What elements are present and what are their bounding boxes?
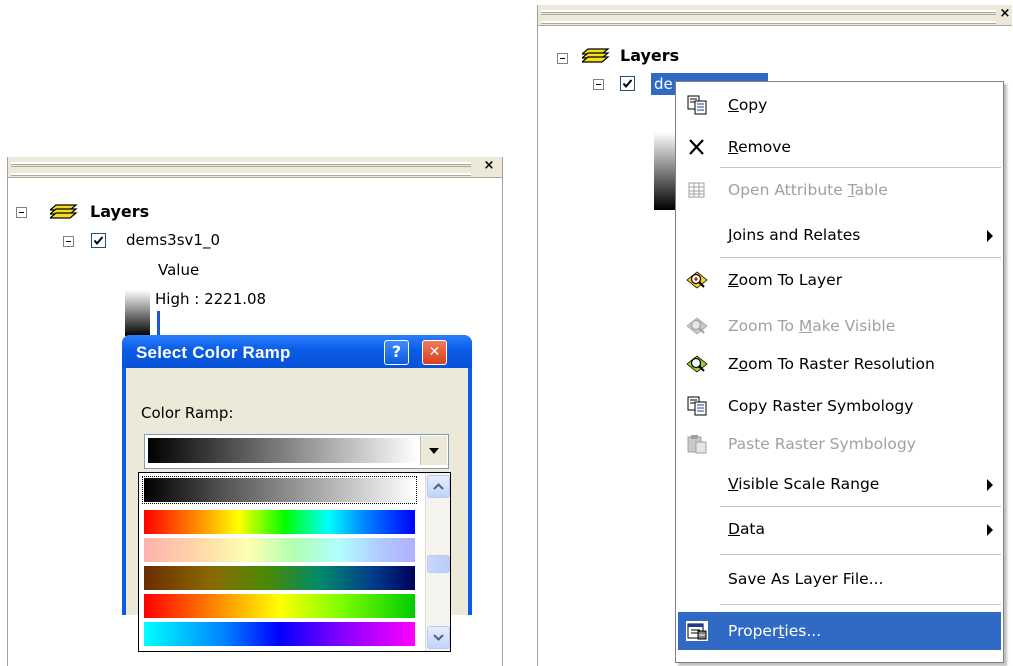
menu-item-label: Remove <box>728 138 791 156</box>
chevron-up-icon <box>433 483 444 490</box>
layer-name[interactable]: dems3sv1_0 <box>126 231 220 249</box>
collapse-icon[interactable] <box>557 53 568 64</box>
menu-item-label: Copy <box>728 96 768 114</box>
ramp-option-brown-blue[interactable] <box>144 566 415 590</box>
table-icon <box>688 182 705 198</box>
dialog-title: Select Color Ramp <box>136 343 291 362</box>
layer-visibility-checkbox[interactable] <box>91 233 106 248</box>
menu-separator <box>720 257 1001 258</box>
menu-item-open-attribute-table[interactable]: Open Attribute Table <box>678 171 1001 209</box>
ramp-option-spectrum[interactable] <box>144 510 415 534</box>
color-ramp-list[interactable] <box>138 472 451 652</box>
submenu-arrow-icon <box>987 524 993 536</box>
menu-item-label: Visible Scale Range <box>728 475 880 493</box>
copy-icon <box>687 95 707 115</box>
layer-name-text: de <box>654 75 673 93</box>
ramp-option-black-white[interactable] <box>142 476 417 504</box>
menu-item-zoom-to-layer[interactable]: Zoom To Layer <box>678 261 1001 299</box>
left-toc-titlebar[interactable]: × <box>8 157 502 178</box>
menu-item-copy[interactable]: Copy <box>678 86 1001 124</box>
zoom-to-layer-icon <box>686 271 708 289</box>
vertical-scrollbar[interactable] <box>425 473 450 651</box>
chevron-down-icon <box>429 448 439 454</box>
menu-item-label: Paste Raster Symbology <box>728 435 916 453</box>
submenu-arrow-icon <box>987 230 993 242</box>
menu-item-save-as-layer-file[interactable]: Save As Layer File... <box>678 560 1001 598</box>
grip-handle[interactable] <box>11 162 471 175</box>
menu-item-label: Save As Layer File... <box>728 570 884 588</box>
close-icon[interactable]: × <box>998 7 1012 21</box>
layers-root-label[interactable]: Layers <box>90 202 149 221</box>
close-button[interactable]: ✕ <box>422 340 447 365</box>
layers-icon <box>582 48 610 63</box>
menu-item-visible-scale-range[interactable]: Visible Scale Range <box>678 465 1001 503</box>
zoom-raster-icon <box>686 355 708 373</box>
dropdown-button[interactable] <box>420 436 447 465</box>
menu-separator <box>720 506 1001 507</box>
collapse-icon[interactable] <box>593 79 604 90</box>
legend-heading: Value <box>158 261 200 279</box>
menu-separator <box>720 167 1001 168</box>
layer-context-menu: Copy Remove Open Attribute Table Joins a… <box>675 81 1004 663</box>
menu-item-label: Data <box>728 520 766 538</box>
menu-item-properties[interactable]: Properties... <box>678 612 1001 650</box>
menu-item-data[interactable]: Data <box>678 510 1001 548</box>
menu-item-label: Joins and Relates <box>728 226 861 244</box>
scroll-thumb[interactable] <box>427 555 450 573</box>
help-button[interactable]: ? <box>384 340 409 365</box>
ramp-option-red-green[interactable] <box>144 594 415 618</box>
layers-root-label[interactable]: Layers <box>620 46 679 65</box>
menu-item-label: Open Attribute Table <box>728 181 888 199</box>
menu-item-label: Copy Raster Symbology <box>728 397 914 415</box>
paste-symbology-icon <box>687 435 707 454</box>
selected-ramp-swatch <box>148 438 418 463</box>
submenu-arrow-icon <box>987 479 993 491</box>
ramp-option-cyan-magenta[interactable] <box>144 622 415 646</box>
menu-item-label: Zoom To Make Visible <box>728 317 896 335</box>
copy-symbology-icon <box>687 396 707 416</box>
dialog-titlebar[interactable]: Select Color Ramp ? ✕ <box>122 335 472 368</box>
color-ramp-dropdown[interactable] <box>144 434 449 469</box>
right-toc-titlebar[interactable]: × <box>538 5 1012 26</box>
menu-item-zoom-to-raster-resolution[interactable]: Zoom To Raster Resolution <box>678 345 1001 383</box>
legend-text-cursor <box>157 311 160 335</box>
menu-separator <box>720 604 1001 605</box>
menu-item-paste-raster-symbology[interactable]: Paste Raster Symbology <box>678 425 1001 463</box>
remove-icon <box>689 139 704 155</box>
menu-item-zoom-to-make-visible[interactable]: Zoom To Make Visible <box>678 307 1001 345</box>
collapse-icon[interactable] <box>63 236 74 247</box>
color-ramp-label: Color Ramp: <box>141 404 234 422</box>
layers-icon <box>50 204 78 219</box>
menu-item-label: Properties... <box>728 622 822 640</box>
legend-gradient[interactable] <box>125 290 150 336</box>
grip-handle[interactable] <box>541 10 996 23</box>
zoom-visible-icon <box>686 317 708 335</box>
check-icon <box>622 79 633 89</box>
menu-item-joins-and-relates[interactable]: Joins and Relates <box>678 216 1001 254</box>
close-icon[interactable]: × <box>482 159 496 173</box>
scroll-up-button[interactable] <box>427 475 450 498</box>
menu-separator <box>720 554 1001 555</box>
scroll-down-button[interactable] <box>427 626 450 649</box>
collapse-icon[interactable] <box>16 207 27 218</box>
menu-item-remove[interactable]: Remove <box>678 128 1001 166</box>
check-icon <box>93 236 104 246</box>
properties-icon <box>686 621 708 641</box>
ramp-option-pastel-spectrum[interactable] <box>144 538 415 562</box>
chevron-down-icon <box>433 634 444 641</box>
menu-item-copy-raster-symbology[interactable]: Copy Raster Symbology <box>678 387 1001 425</box>
menu-item-label: Zoom To Layer <box>728 271 843 289</box>
menu-item-label: Zoom To Raster Resolution <box>728 355 935 373</box>
layer-visibility-checkbox[interactable] <box>620 76 635 91</box>
legend-high-label: High : 2221.08 <box>155 290 267 308</box>
